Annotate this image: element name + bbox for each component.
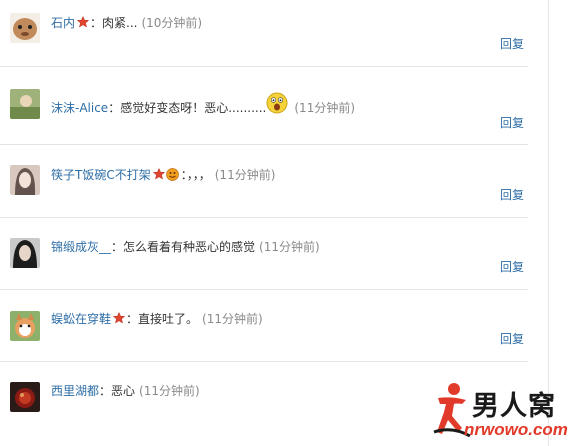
comment-text: 直接吐了。 [138,312,199,326]
comment-item: 石内 ：肉紧... (10分钟前) 回复 [0,0,528,72]
comment-item: 沫沫-Alice：感觉好变态呀！恶心.......... (11分钟前) 回复 [0,72,528,144]
timestamp: (11分钟前) [214,168,276,182]
username-link[interactable]: 石内 [51,16,75,30]
star-badge-icon [113,312,126,324]
timestamp: (11分钟前) [139,384,200,398]
timestamp: (10分钟前) [141,16,203,30]
reply-button[interactable]: 回复 [500,330,524,347]
reply-button[interactable]: 回复 [500,114,524,131]
comment-line: 西里湖都：恶心 (11分钟前) [51,384,200,398]
comment-item: 筷子T饭碗C不打架：，，， (11分钟前) 回复 [0,145,528,217]
avatar[interactable] [10,311,40,341]
separator: ： [90,16,103,30]
username-link[interactable]: 筷子T饭碗C不打架 [51,168,151,182]
avatar[interactable] [10,13,40,43]
reply-button[interactable]: 回复 [500,258,524,275]
star-badge-icon [152,168,165,180]
avatar[interactable] [10,165,40,195]
smile-face-icon [165,168,179,181]
timestamp: (11分钟前) [294,101,356,115]
site-watermark: 男人窝 nrwowo.com [432,382,572,442]
brand-url: nrwowo.com [464,420,568,439]
separator: ： [99,384,112,398]
avatar[interactable] [10,238,40,268]
comment-item: 蜈蚣在穿鞋 ：直接吐了。 (11分钟前) 回复 [0,290,528,362]
timestamp: (11分钟前) [202,312,263,326]
comment-line: 筷子T饭碗C不打架：，，， (11分钟前) [51,168,275,182]
divider [0,66,528,67]
separator: ： [111,240,124,254]
star-badge-icon [77,16,90,28]
avatar[interactable] [10,382,40,412]
username-link[interactable]: 蜈蚣在穿鞋 [51,312,111,326]
comment-line: 石内 ：肉紧... (10分钟前) [51,16,202,30]
timestamp: (11分钟前) [259,240,320,254]
reply-button[interactable]: 回复 [500,35,524,52]
comment-line: 蜈蚣在穿鞋 ：直接吐了。 (11分钟前) [51,312,263,326]
brand-name: 男人窝 [472,391,556,422]
shocked-face-icon [266,92,288,114]
comment-text: 肉紧... [102,16,138,30]
comment-line: 锦缎成灰__：怎么看着有种恶心的感觉 (11分钟前) [51,240,320,254]
username-link[interactable]: 西里湖都 [51,384,99,398]
comment-item: 锦缎成灰__：怎么看着有种恶心的感觉 (11分钟前) 回复 [0,218,528,290]
comment-line: 沫沫-Alice：感觉好变态呀！恶心.......... (11分钟前) [51,92,356,118]
username-link[interactable]: 锦缎成灰__ [51,240,111,254]
right-border [548,0,549,446]
avatar[interactable] [10,89,40,119]
comment-text: 怎么看着有种恶心的感觉 [123,240,256,254]
username-link[interactable]: 沫沫-Alice [51,101,108,115]
comment-text: 感觉好变态呀！恶心.......... [120,101,267,115]
comment-text: ，，， [186,168,211,182]
comment-text: 恶心 [111,384,136,398]
separator: ： [108,101,121,115]
separator: ： [126,312,139,326]
reply-button[interactable]: 回复 [500,186,524,203]
